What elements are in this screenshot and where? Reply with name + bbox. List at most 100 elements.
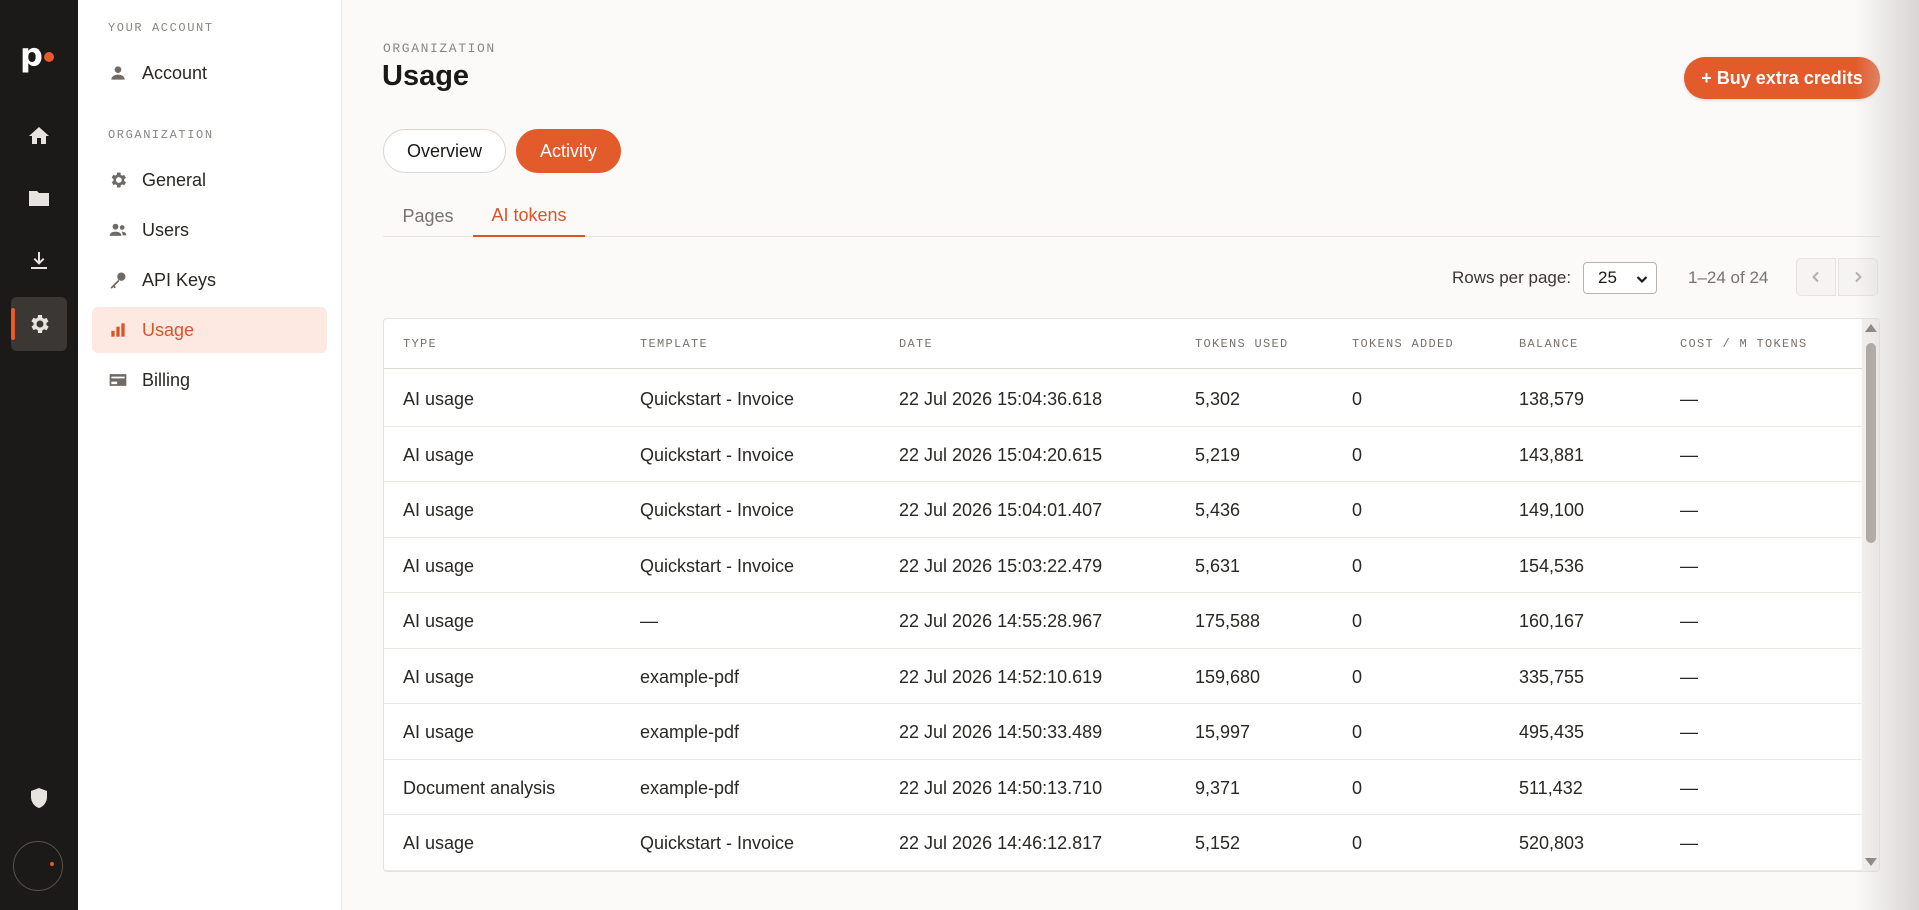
cell-type: AI usage (403, 722, 475, 742)
cell-tokens-added: 0 (1352, 777, 1363, 798)
rows-per-page-select[interactable]: 25 (1583, 262, 1657, 294)
column-header-tokens-used[interactable]: TOKENS USED (1195, 337, 1289, 351)
column-header-type[interactable]: TYPE (403, 337, 437, 351)
previous-page-button[interactable] (1796, 258, 1836, 296)
cell-template: Quickstart - Invoice (640, 833, 795, 853)
buy-extra-credits-button[interactable]: + Buy extra credits (1684, 57, 1880, 99)
tab-overview[interactable]: Overview (383, 129, 506, 173)
download-icon (31, 252, 47, 269)
cell-date: 22 Jul 2026 14:55:28.967 (899, 611, 1103, 631)
table-row[interactable]: AI usage Quickstart - Invoice 22 Jul 2026 … (384, 427, 1862, 482)
cell-tokens-used: 5,302 (1195, 389, 1241, 409)
gear-icon (111, 172, 126, 188)
cell-template: example-pdf (640, 777, 740, 798)
cell-cost: — (1680, 777, 1698, 798)
sidebar-item-account[interactable]: Account (92, 50, 327, 96)
cell-tokens-added: 0 (1352, 722, 1363, 742)
cell-cost: — (1680, 555, 1698, 576)
table-header: TYPE TEMPLATE DATE TOKENS USED TOKENS AD… (384, 319, 1862, 369)
avatar-status-dot (50, 862, 54, 866)
logo-letter: p (20, 36, 43, 74)
cell-balance: 495,435 (1519, 722, 1585, 742)
cell-tokens-added: 0 (1352, 389, 1363, 409)
cell-balance: 143,881 (1519, 444, 1585, 465)
cell-tokens-used: 15,997 (1195, 722, 1251, 742)
cell-template: example-pdf (640, 666, 740, 687)
column-header-balance[interactable]: BALANCE (1519, 337, 1579, 351)
cell-type: Document analysis (403, 777, 556, 798)
rail-download-button[interactable] (11, 234, 67, 288)
rail-home-button[interactable] (11, 109, 67, 163)
cell-date: 22 Jul 2026 15:04:36.618 (899, 389, 1103, 409)
cell-date: 22 Jul 2026 15:04:01.407 (899, 500, 1103, 520)
sidebar-item-label: General (142, 169, 207, 190)
rail-security-button[interactable] (11, 771, 67, 825)
sidebar-item-users[interactable]: Users (92, 207, 327, 253)
cell-tokens-added: 0 (1352, 555, 1363, 576)
cell-type: AI usage (403, 444, 475, 465)
subtab-pages[interactable]: Pages (383, 196, 473, 237)
cell-template: example-pdf (640, 722, 740, 742)
column-header-template[interactable]: TEMPLATE (640, 337, 708, 351)
credit-card-icon (109, 374, 127, 386)
chevron-left-icon (1812, 271, 1819, 283)
subtab-ai-tokens[interactable]: AI tokens (473, 196, 585, 237)
sidebar-item-api-keys[interactable]: API Keys (92, 257, 327, 303)
sidebar-item-label: Account (142, 62, 208, 83)
cell-date: 22 Jul 2026 14:50:13.710 (899, 777, 1103, 798)
person-icon (111, 66, 125, 80)
users-icon (109, 223, 127, 236)
cell-tokens-added: 0 (1352, 500, 1363, 520)
cell-cost: — (1680, 611, 1698, 631)
cell-cost: — (1680, 444, 1698, 465)
cell-tokens-added: 0 (1352, 833, 1363, 853)
column-header-tokens-added[interactable]: TOKENS ADDED (1352, 337, 1454, 351)
cell-tokens-used: 5,152 (1195, 833, 1241, 853)
sidebar-item-general[interactable]: General (92, 157, 327, 203)
cell-tokens-used: 5,219 (1195, 444, 1241, 465)
cell-tokens-added: 0 (1352, 444, 1363, 465)
bar-chart-icon (111, 323, 125, 337)
chevron-down-icon (1636, 276, 1648, 284)
cell-cost: — (1680, 500, 1698, 520)
table-row[interactable]: AI usage example-pdf 22 Jul 2026 14:52:10.… (384, 649, 1862, 704)
column-header-cost[interactable]: COST / M TOKENS (1680, 337, 1808, 351)
cell-date: 22 Jul 2026 15:04:20.615 (899, 444, 1103, 465)
cell-balance: 149,100 (1519, 500, 1585, 520)
table-row[interactable]: AI usage — 22 Jul 2026 14:55:28.967 175,588… (384, 593, 1862, 649)
avatar[interactable] (13, 841, 63, 891)
cell-tokens-added: 0 (1352, 611, 1363, 631)
pagination-range: 1–24 of 24 (1688, 268, 1769, 287)
table-row[interactable]: Document analysis example-pdf 22 Jul 2026 … (384, 760, 1862, 815)
folder-icon (29, 191, 49, 206)
app-logo[interactable]: p (20, 38, 60, 72)
sidebar-item-label: API Keys (142, 269, 217, 290)
cell-tokens-used: 175,588 (1195, 611, 1261, 631)
rail-active-indicator (11, 308, 15, 340)
subtab-bar: Pages AI tokens (383, 196, 1880, 237)
sidebar-item-usage[interactable]: Usage (92, 307, 327, 353)
cell-date: 22 Jul 2026 15:03:22.479 (899, 555, 1103, 576)
table-row[interactable]: AI usage Quickstart - Invoice 22 Jul 2026 … (384, 538, 1862, 593)
cell-template: — (640, 611, 658, 631)
page-eyebrow: ORGANIZATION (383, 41, 496, 56)
rail-settings-button[interactable] (11, 297, 67, 351)
cell-tokens-added: 0 (1352, 666, 1363, 687)
gear-icon (31, 315, 49, 333)
shield-icon (31, 788, 47, 808)
table-row[interactable]: AI usage Quickstart - Invoice 22 Jul 2026 … (384, 371, 1862, 427)
table-row[interactable]: AI usage Quickstart - Invoice 22 Jul 2026 … (384, 815, 1862, 871)
cell-template: Quickstart - Invoice (640, 555, 795, 576)
table-row[interactable]: AI usage Quickstart - Invoice 22 Jul 2026 … (384, 482, 1862, 538)
cell-cost: — (1680, 389, 1698, 409)
rail-files-button[interactable] (11, 171, 67, 225)
column-header-date[interactable]: DATE (899, 337, 933, 351)
cell-balance: 511,432 (1519, 777, 1583, 798)
cell-type: AI usage (403, 611, 475, 631)
nav-section-organization: ORGANIZATION (108, 128, 214, 142)
sidebar-item-billing[interactable]: Billing (92, 357, 327, 403)
settings-sidebar: YOUR ACCOUNT Account ORGANIZATION Genera… (78, 0, 342, 910)
table-row[interactable]: AI usage example-pdf 22 Jul 2026 14:50:33.… (384, 704, 1862, 760)
cell-tokens-used: 5,436 (1195, 500, 1241, 520)
tab-activity[interactable]: Activity (516, 129, 621, 173)
